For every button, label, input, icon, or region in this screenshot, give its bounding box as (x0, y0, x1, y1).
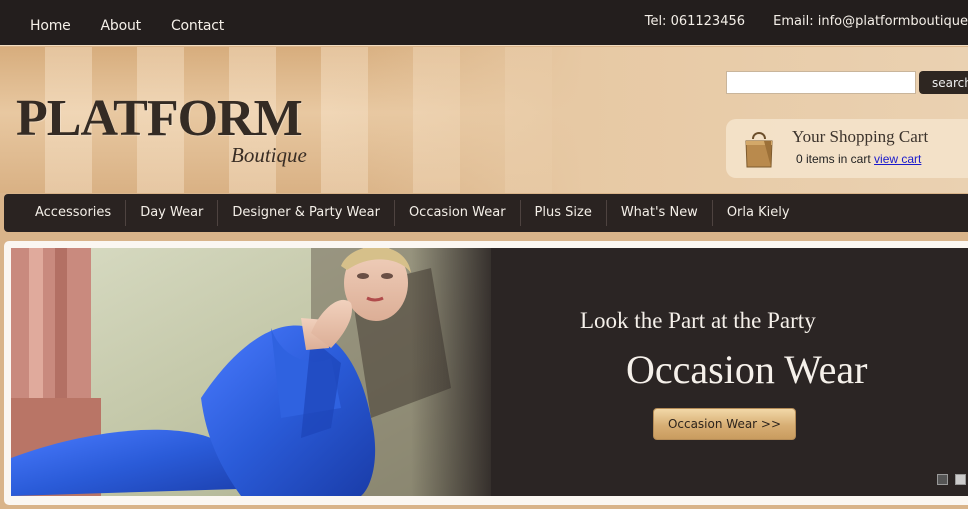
search-button[interactable]: search (919, 71, 968, 94)
cart-title: Your Shopping Cart (792, 127, 929, 146)
nav-plus-size[interactable]: Plus Size (521, 200, 607, 226)
top-nav: Home About Contact (30, 18, 254, 34)
nav-occasion-wear[interactable]: Occasion Wear (395, 200, 521, 226)
banner-tagline: Look the Part at the Party (580, 308, 816, 333)
site-header: PLATFORM Boutique search Your Shopping C… (0, 47, 968, 193)
email-address[interactable]: Email: info@platformboutique (773, 14, 968, 29)
cart-item-count: 0 items in cart (796, 152, 871, 166)
nav-orla-kiely[interactable]: Orla Kiely (713, 200, 804, 226)
slide-indicator-2[interactable] (955, 474, 966, 485)
cart-summary: 0 items in cart view cart (796, 152, 921, 166)
occasion-wear-cta-button[interactable]: Occasion Wear >> (653, 408, 796, 440)
main-category-nav: Accessories Day Wear Designer & Party We… (4, 194, 968, 232)
contact-info: Tel: 061123456 Email: info@platformbouti… (621, 14, 968, 29)
nav-accessories[interactable]: Accessories (21, 200, 127, 226)
search-input[interactable] (726, 71, 916, 94)
shopping-cart-box: Your Shopping Cart 0 items in cart view … (726, 119, 968, 178)
shopping-bag-icon[interactable] (744, 129, 774, 174)
view-cart-link[interactable]: view cart (874, 152, 921, 166)
phone-number: Tel: 061123456 (644, 14, 746, 29)
photo-fade (411, 248, 501, 496)
nav-day-wear[interactable]: Day Wear (126, 200, 219, 226)
nav-about-link[interactable]: About (101, 18, 142, 34)
hero-banner[interactable]: Look the Part at the Party Occasion Wear… (11, 248, 968, 496)
banner-headline: Occasion Wear (626, 347, 868, 392)
nav-designer-party-wear[interactable]: Designer & Party Wear (218, 200, 395, 226)
slide-indicator-1[interactable] (937, 474, 948, 485)
nav-whats-new[interactable]: What's New (607, 200, 713, 226)
top-bar: Home About Contact Tel: 061123456 Email:… (0, 0, 968, 46)
logo-title[interactable]: PLATFORM (16, 89, 303, 148)
nav-home-link[interactable]: Home (30, 18, 71, 34)
logo-subtitle[interactable]: Boutique (231, 143, 307, 168)
nav-contact-link[interactable]: Contact (171, 18, 224, 34)
